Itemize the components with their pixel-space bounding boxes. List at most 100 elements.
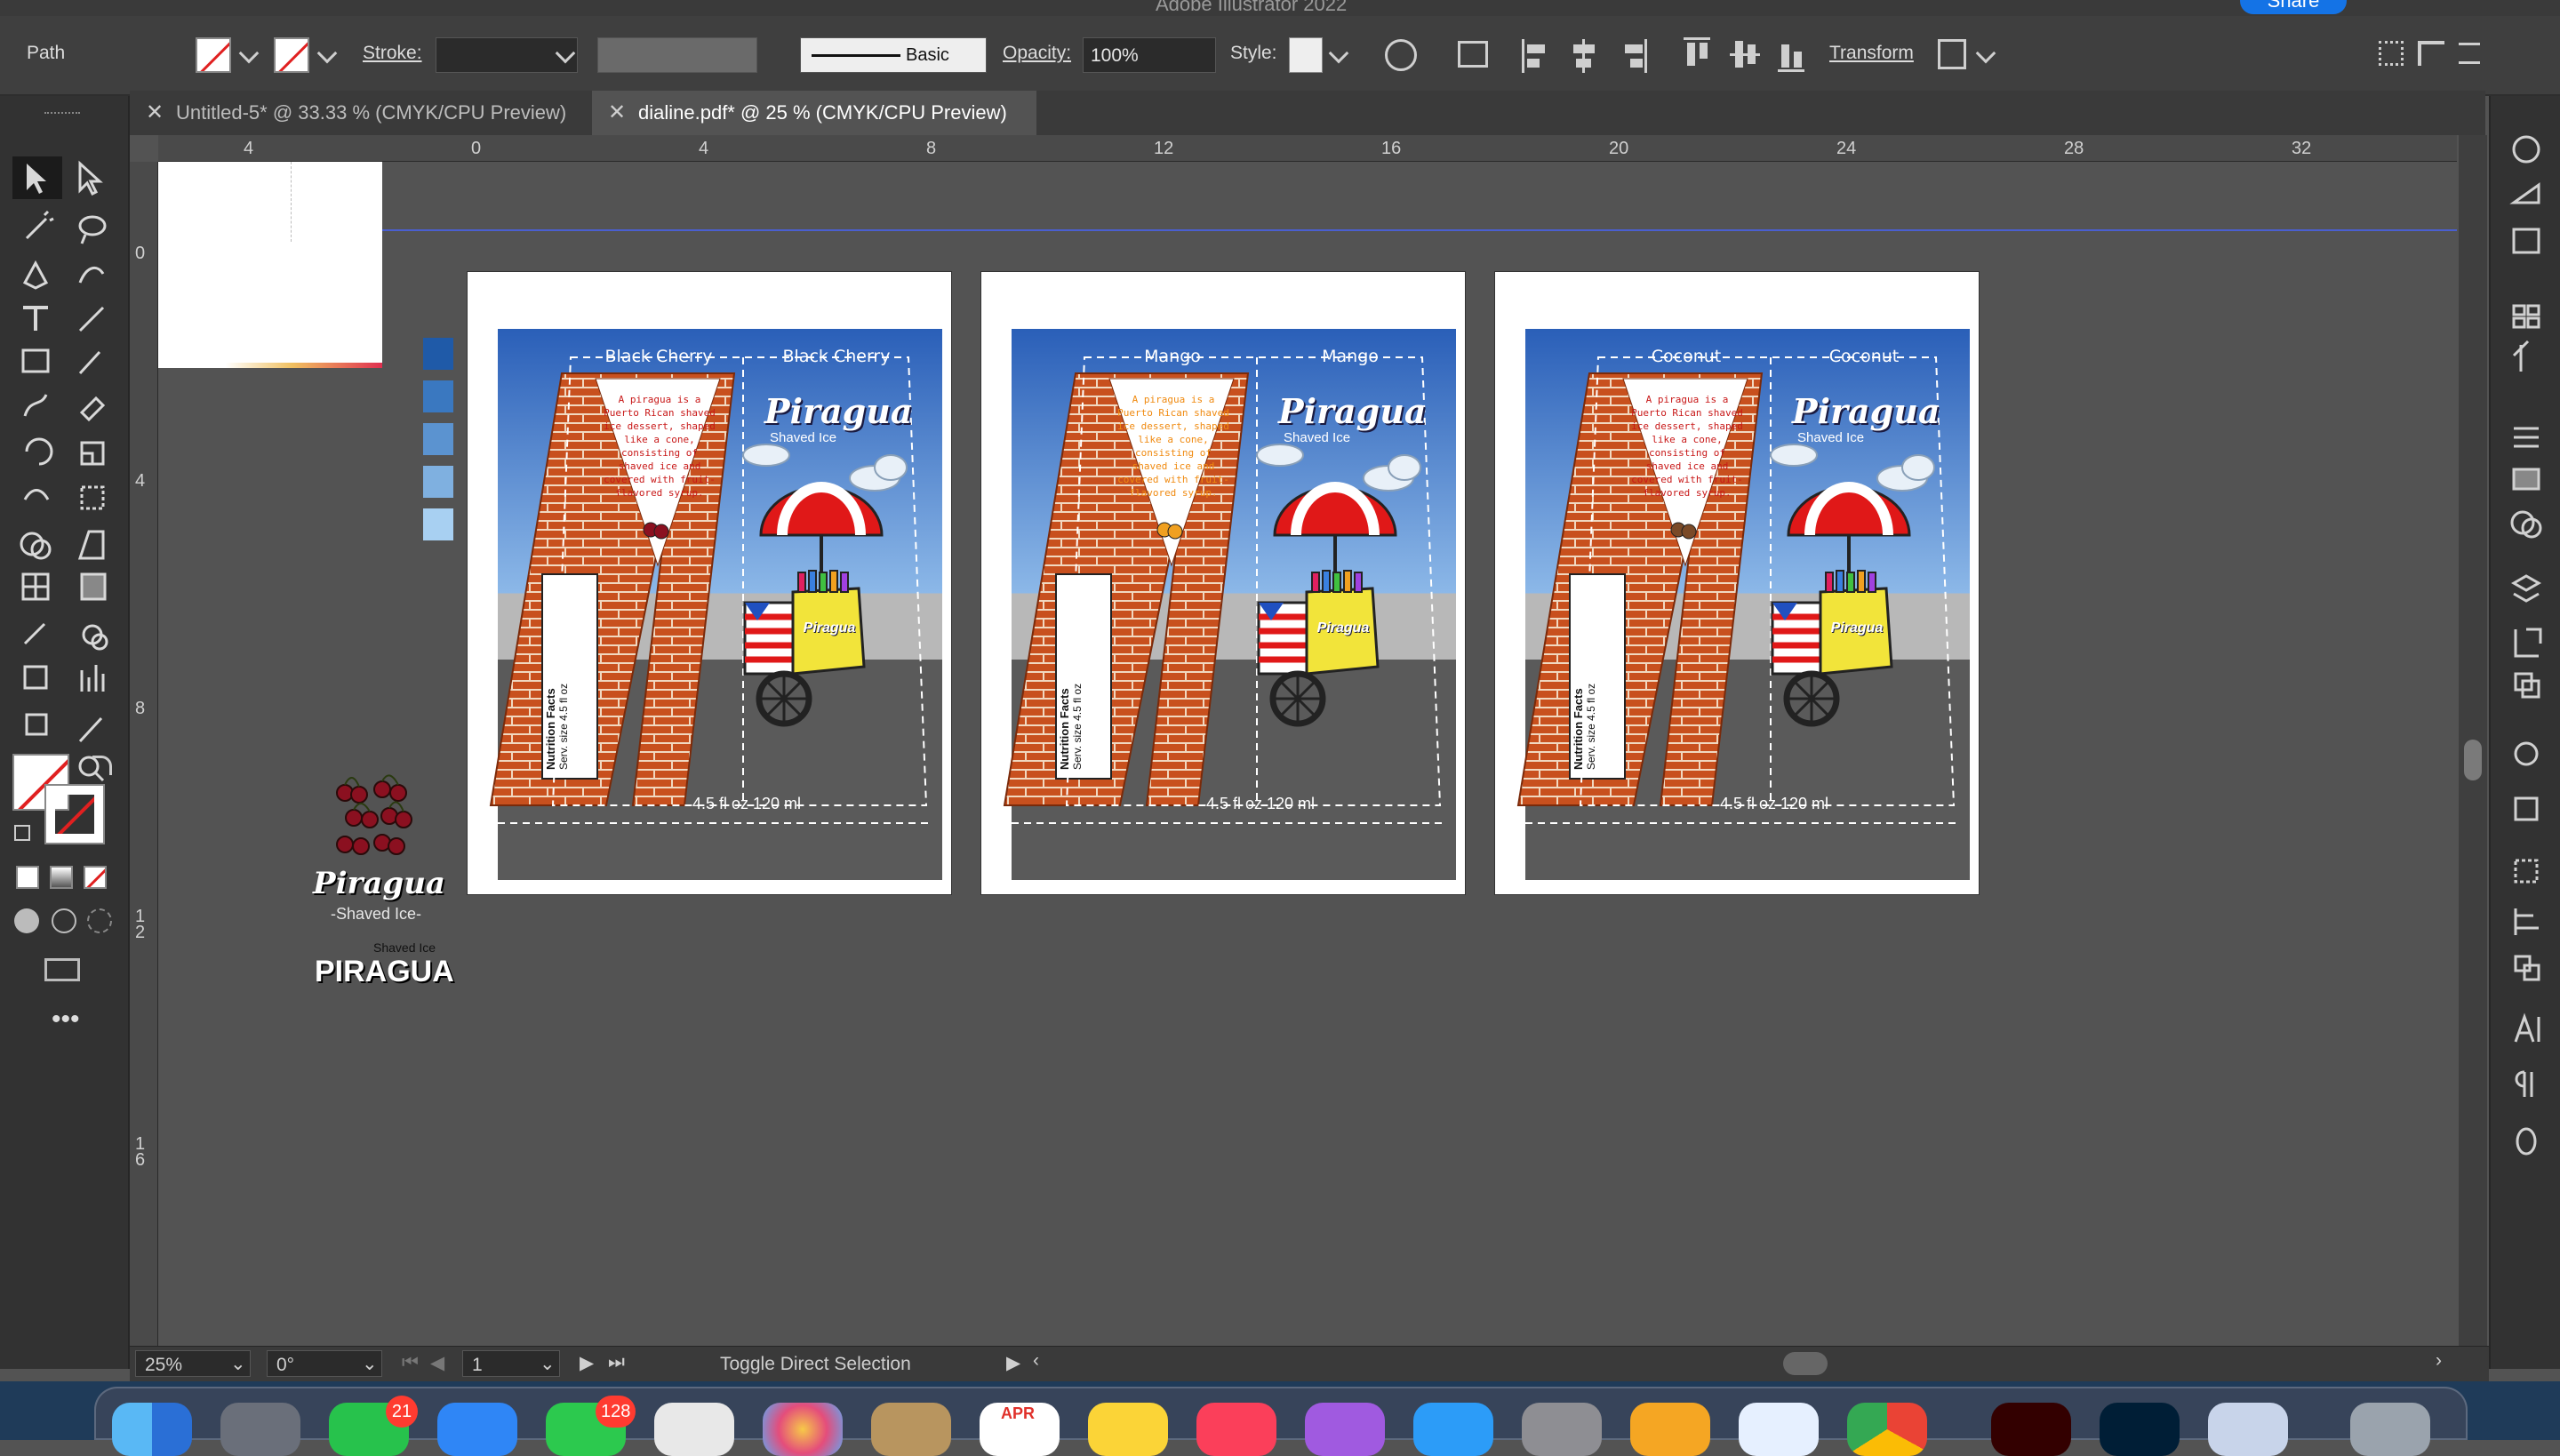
zoom-field[interactable]: 25% ⌄ — [135, 1350, 251, 1377]
contacts-icon[interactable] — [871, 1403, 951, 1456]
panel-icons[interactable] — [2491, 132, 2560, 1269]
color-mode-icon[interactable] — [16, 866, 39, 889]
brand-name[interactable]: Piragua — [764, 391, 912, 431]
system-preferences-icon[interactable] — [1522, 1403, 1602, 1456]
horizontal-ruler[interactable]: 4 0 4 8 12 16 20 24 28 32 — [158, 135, 2457, 162]
artboard-3[interactable]: Coconut Coconut Piragua Shaved Ice A pir… — [1495, 272, 1979, 894]
calendar-icon[interactable]: APR — [980, 1403, 1060, 1456]
finder-icon[interactable] — [112, 1403, 192, 1456]
logo-subtitle[interactable]: -Shaved Ice- — [331, 905, 421, 924]
facetime-icon[interactable]: 21 — [329, 1396, 418, 1456]
flavor-label-left[interactable]: Black Cherry — [601, 347, 716, 366]
photoshop-icon[interactable] — [2100, 1403, 2180, 1456]
close-icon[interactable]: ✕ — [608, 91, 626, 135]
chevron-down-icon[interactable] — [1975, 43, 1996, 64]
logo-script[interactable]: Piragua — [313, 866, 446, 901]
brand-name[interactable]: Piragua — [1792, 391, 1940, 431]
flavor-label-right[interactable]: Black Cherry — [770, 347, 903, 366]
launchpad-icon[interactable] — [220, 1403, 300, 1456]
fill-swatch[interactable] — [196, 37, 231, 73]
draw-normal-icon[interactable] — [14, 908, 39, 933]
horizontal-scroll-thumb[interactable] — [1783, 1352, 1828, 1375]
flavor-label-left[interactable]: Coconut — [1628, 347, 1744, 366]
stroke-color-swatch[interactable] — [44, 784, 105, 844]
description-text[interactable]: A piragua is a Puerto Rican shaved ice d… — [1116, 393, 1230, 500]
logo-small-text[interactable]: Shaved Ice — [373, 940, 436, 955]
logo-caps[interactable]: PIRAGUA — [315, 955, 454, 989]
swatch-5[interactable] — [423, 508, 453, 540]
more-tools-icon[interactable]: ••• — [52, 1004, 80, 1035]
brand-tagline[interactable]: Shaved Ice — [770, 430, 836, 445]
swatch-2[interactable] — [423, 380, 453, 412]
nutrition-facts[interactable]: Nutrition Facts Serv. size 4.5 fl oz — [1572, 571, 1623, 770]
brush-definition[interactable]: Basic — [800, 37, 987, 73]
align-to-icon[interactable] — [1458, 41, 1488, 68]
nutrition-facts[interactable]: Nutrition Facts Serv. size 4.5 fl oz — [544, 571, 596, 770]
vertical-scrollbar[interactable] — [2459, 135, 2487, 1353]
podcasts-icon[interactable] — [1305, 1403, 1385, 1456]
music-icon[interactable] — [1196, 1403, 1276, 1456]
swatch-4[interactable] — [423, 466, 453, 498]
scroll-thumb[interactable] — [2464, 740, 2482, 780]
scroll-right-icon[interactable]: › — [2436, 1350, 2442, 1372]
previous-artboard-icon[interactable]: ◀ — [430, 1352, 444, 1374]
cart-sign[interactable]: Piragua — [1312, 620, 1374, 636]
status-menu-icon[interactable]: ▶ — [1006, 1352, 1020, 1374]
workspace-icon[interactable] — [2418, 41, 2444, 66]
tab-dialine-pdf[interactable]: ✕ dialine.pdf* @ 25 % (CMYK/CPU Preview) — [592, 91, 1036, 135]
chevron-down-icon[interactable]: ⌄ — [362, 1353, 378, 1375]
nutrition-facts[interactable]: Nutrition Facts Serv. size 4.5 fl oz — [1058, 571, 1109, 770]
next-artboard-icon[interactable]: ▶ — [580, 1352, 594, 1374]
swatch-1[interactable] — [423, 338, 453, 370]
draw-inside-icon[interactable] — [87, 908, 112, 933]
app-store-icon[interactable] — [1413, 1403, 1493, 1456]
graphic-style-swatch[interactable] — [1289, 37, 1323, 73]
mail-icon[interactable] — [437, 1403, 517, 1456]
volume-label[interactable]: 4.5 fl oz 120 ml — [1172, 795, 1349, 813]
artboard-navigation-field[interactable]: 1 ⌄ — [462, 1350, 560, 1377]
menu-icon[interactable] — [2459, 43, 2480, 64]
flavor-label-left[interactable]: Mango — [1115, 347, 1230, 366]
share-button[interactable]: Share — [2240, 0, 2347, 14]
last-artboard-icon[interactable]: ⏭ — [608, 1352, 625, 1373]
opacity-label[interactable]: Opacity: — [1003, 43, 1071, 64]
chevron-down-icon[interactable]: ⌄ — [540, 1353, 556, 1375]
guide-line[interactable] — [158, 229, 2457, 231]
scroll-left-icon[interactable]: ‹ — [1033, 1350, 1039, 1372]
safari-icon[interactable] — [1739, 1403, 1819, 1456]
volume-label[interactable]: 4.5 fl oz 120 ml — [658, 795, 836, 813]
vertical-ruler[interactable]: 0 4 8 12 16 — [130, 162, 158, 1353]
volume-label[interactable]: 4.5 fl oz 120 ml — [1685, 795, 1863, 813]
brand-tagline[interactable]: Shaved Ice — [1797, 430, 1864, 445]
chevron-down-icon[interactable] — [1328, 43, 1349, 64]
transform-each-icon[interactable] — [1938, 39, 1966, 69]
artboard-2[interactable]: Mango Mango Piragua Shaved Ice A piragua… — [981, 272, 1465, 894]
notes-icon[interactable] — [1088, 1403, 1168, 1456]
transform-button[interactable]: Transform — [1829, 43, 1914, 64]
partial-artboard[interactable] — [158, 162, 382, 368]
chrome-icon[interactable] — [1847, 1403, 1927, 1456]
arrange-documents-icon[interactable] — [2379, 41, 2404, 66]
none-mode-icon[interactable] — [84, 866, 107, 889]
gradient-mode-icon[interactable] — [50, 866, 73, 889]
stroke-swatch[interactable] — [274, 37, 309, 73]
opacity-field[interactable]: 100% — [1083, 37, 1216, 73]
variable-width-profile[interactable] — [597, 37, 757, 73]
cherries-graphic[interactable] — [318, 763, 434, 860]
close-icon[interactable]: ✕ — [146, 91, 164, 135]
description-text[interactable]: A piragua is a Puerto Rican shaved ice d… — [1630, 393, 1744, 500]
canvas[interactable]: Piragua -Shaved Ice- Shaved Ice PIRAGUA — [158, 162, 2457, 1353]
align-icons[interactable] — [1520, 36, 1876, 76]
description-text[interactable]: A piragua is a Puerto Rican shaved ice d… — [603, 393, 716, 500]
panel-grip[interactable] — [44, 112, 80, 117]
screen-mode-icon[interactable] — [44, 958, 80, 981]
chevron-down-icon[interactable] — [238, 43, 260, 64]
draw-behind-icon[interactable] — [52, 908, 76, 933]
swap-fill-stroke-icon[interactable] — [92, 756, 112, 775]
stroke-label[interactable]: Stroke: — [363, 43, 422, 64]
brand-tagline[interactable]: Shaved Ice — [1284, 430, 1350, 445]
pages-icon[interactable] — [1630, 1403, 1710, 1456]
trash-icon[interactable] — [2350, 1403, 2430, 1456]
status-text[interactable]: Toggle Direct Selection — [720, 1354, 911, 1375]
maps-icon[interactable] — [654, 1403, 734, 1456]
